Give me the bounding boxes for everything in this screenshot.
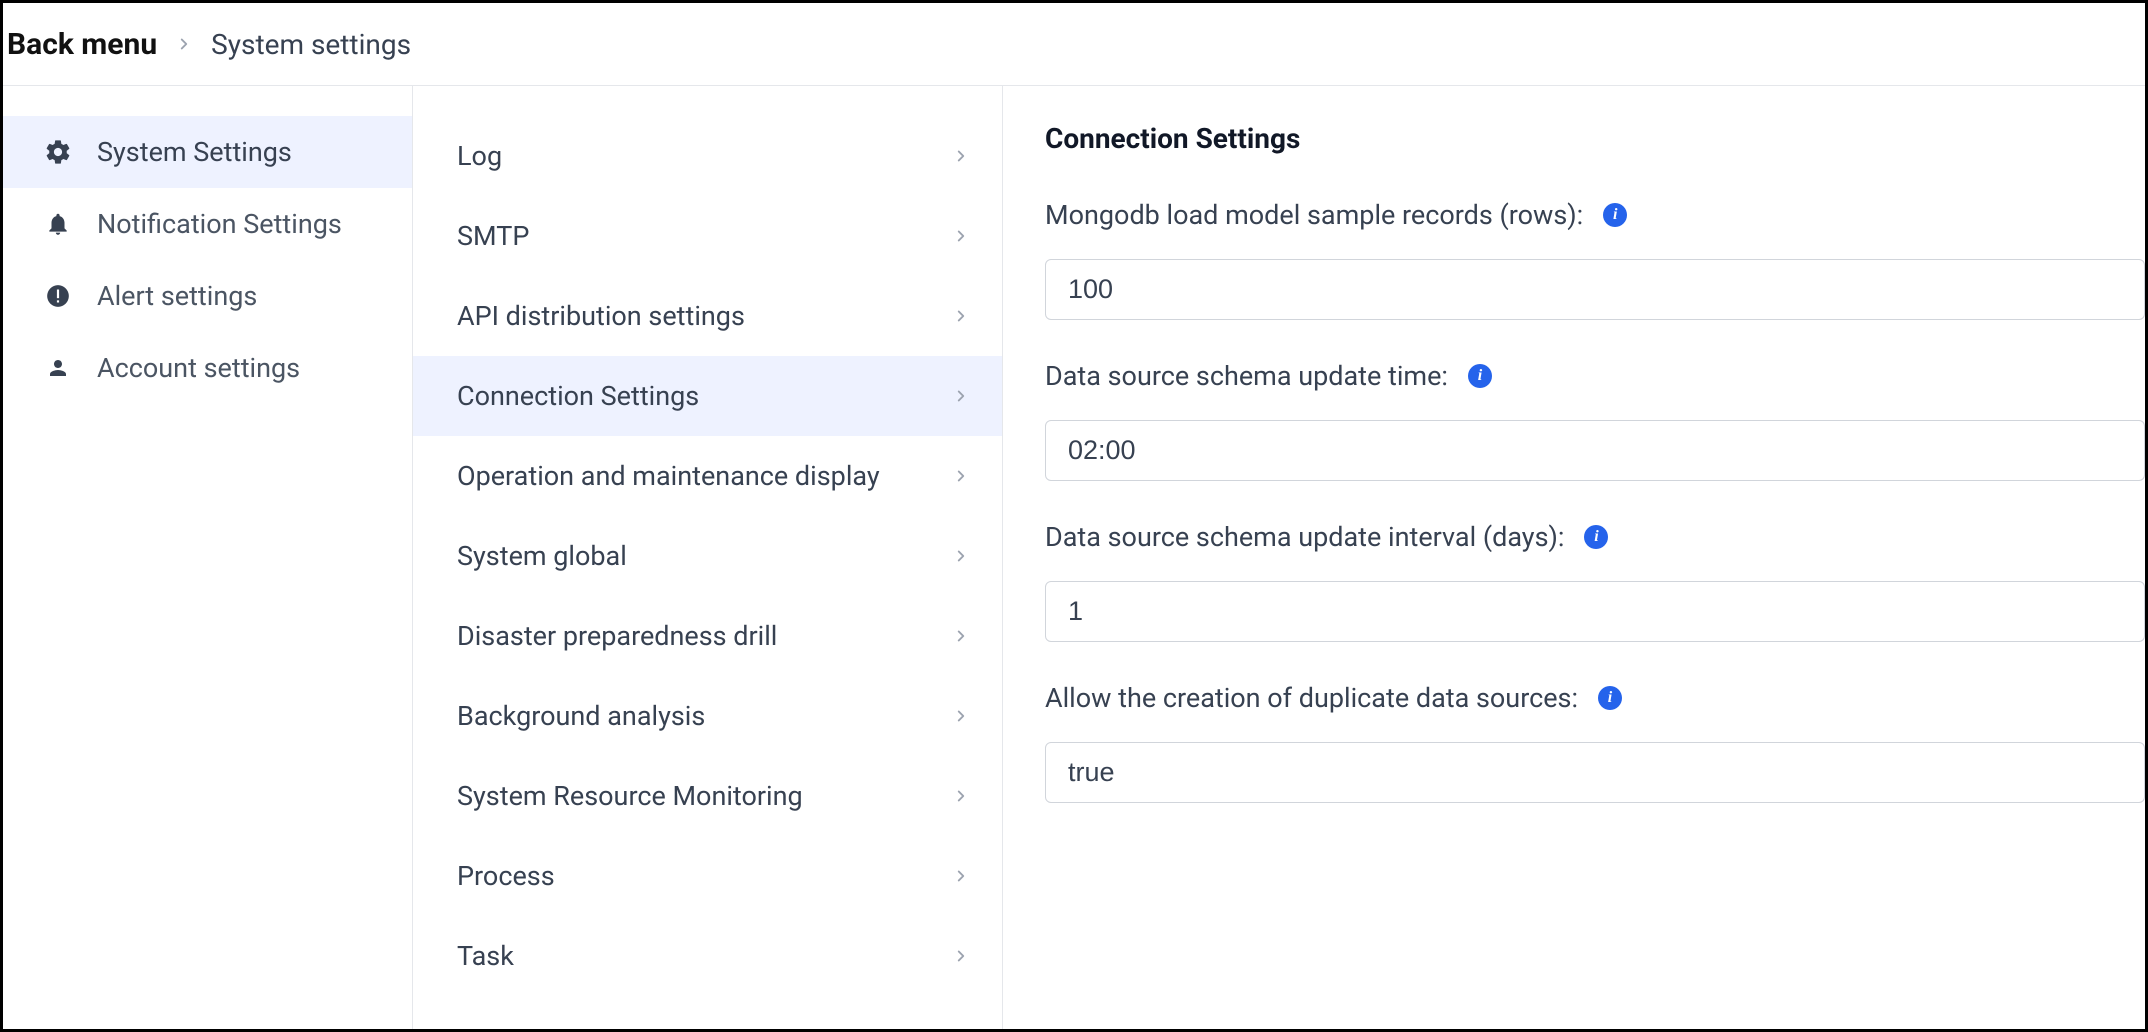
submenu: Log SMTP API distribution settings Conne… <box>413 86 1003 1029</box>
info-icon[interactable]: i <box>1584 525 1608 549</box>
submenu-item-label: Connection Settings <box>457 380 699 412</box>
submenu-item-background-analysis[interactable]: Background analysis <box>413 676 1002 756</box>
field-schema-update-time: Data source schema update time: i <box>1045 360 2145 481</box>
field-schema-update-interval: Data source schema update interval (days… <box>1045 521 2145 642</box>
submenu-item-log[interactable]: Log <box>413 116 1002 196</box>
submenu-item-label: Process <box>457 860 555 892</box>
chevron-right-icon <box>952 467 970 485</box>
back-menu-link[interactable]: Back menu <box>7 27 157 62</box>
alert-icon <box>43 281 73 311</box>
info-icon[interactable]: i <box>1603 203 1627 227</box>
field-allow-duplicate-sources: Allow the creation of duplicate data sou… <box>1045 682 2145 803</box>
user-icon <box>43 353 73 383</box>
info-icon[interactable]: i <box>1598 686 1622 710</box>
submenu-item-system-resource-monitoring[interactable]: System Resource Monitoring <box>413 756 1002 836</box>
chevron-right-icon <box>175 35 193 53</box>
submenu-item-label: System global <box>457 540 627 572</box>
submenu-item-label: SMTP <box>457 220 529 252</box>
chevron-right-icon <box>952 867 970 885</box>
field-label-row: Data source schema update interval (days… <box>1045 521 2145 553</box>
allow-duplicate-sources-input[interactable] <box>1045 742 2145 803</box>
chevron-right-icon <box>952 947 970 965</box>
submenu-item-connection-settings[interactable]: Connection Settings <box>413 356 1002 436</box>
submenu-item-label: API distribution settings <box>457 300 745 332</box>
submenu-item-label: System Resource Monitoring <box>457 780 803 812</box>
submenu-item-label: Task <box>457 940 514 972</box>
submenu-item-label: Disaster preparedness drill <box>457 620 777 652</box>
sidebar-item-label: Account settings <box>97 352 300 384</box>
field-label: Allow the creation of duplicate data sou… <box>1045 682 1578 714</box>
bell-icon <box>43 209 73 239</box>
field-mongodb-sample-records: Mongodb load model sample records (rows)… <box>1045 199 2145 320</box>
field-label: Mongodb load model sample records (rows)… <box>1045 199 1583 231</box>
chevron-right-icon <box>952 227 970 245</box>
submenu-item-operation-maintenance[interactable]: Operation and maintenance display <box>413 436 1002 516</box>
submenu-item-system-global[interactable]: System global <box>413 516 1002 596</box>
chevron-right-icon <box>952 627 970 645</box>
field-label-row: Allow the creation of duplicate data sou… <box>1045 682 2145 714</box>
field-label: Data source schema update time: <box>1045 360 1448 392</box>
sidebar-item-alert-settings[interactable]: Alert settings <box>3 260 412 332</box>
sidebar-item-label: Alert settings <box>97 280 257 312</box>
submenu-item-process[interactable]: Process <box>413 836 1002 916</box>
breadcrumb-current: System settings <box>211 28 411 61</box>
sidebar-item-notification-settings[interactable]: Notification Settings <box>3 188 412 260</box>
field-label-row: Data source schema update time: i <box>1045 360 2145 392</box>
submenu-item-disaster-drill[interactable]: Disaster preparedness drill <box>413 596 1002 676</box>
sidebar-item-system-settings[interactable]: System Settings <box>3 116 412 188</box>
submenu-item-label: Operation and maintenance display <box>457 460 880 492</box>
sidebar-item-account-settings[interactable]: Account settings <box>3 332 412 404</box>
schema-update-time-input[interactable] <box>1045 420 2145 481</box>
submenu-item-label: Log <box>457 140 502 172</box>
chevron-right-icon <box>952 787 970 805</box>
submenu-item-smtp[interactable]: SMTP <box>413 196 1002 276</box>
content-title: Connection Settings <box>1045 122 2145 155</box>
chevron-right-icon <box>952 707 970 725</box>
schema-update-interval-input[interactable] <box>1045 581 2145 642</box>
breadcrumb-bar: Back menu System settings <box>3 3 2145 86</box>
chevron-right-icon <box>952 387 970 405</box>
submenu-item-task[interactable]: Task <box>413 916 1002 996</box>
field-label-row: Mongodb load model sample records (rows)… <box>1045 199 2145 231</box>
info-icon[interactable]: i <box>1468 364 1492 388</box>
chevron-right-icon <box>952 307 970 325</box>
content-panel: Connection Settings Mongodb load model s… <box>1003 86 2145 1029</box>
field-label: Data source schema update interval (days… <box>1045 521 1564 553</box>
chevron-right-icon <box>952 547 970 565</box>
gear-icon <box>43 137 73 167</box>
mongodb-sample-records-input[interactable] <box>1045 259 2145 320</box>
main-layout: System Settings Notification Settings Al… <box>3 86 2145 1029</box>
sidebar: System Settings Notification Settings Al… <box>3 86 413 1029</box>
sidebar-item-label: Notification Settings <box>97 208 342 240</box>
submenu-item-label: Background analysis <box>457 700 705 732</box>
chevron-right-icon <box>952 147 970 165</box>
submenu-item-api-distribution[interactable]: API distribution settings <box>413 276 1002 356</box>
sidebar-item-label: System Settings <box>97 136 292 168</box>
